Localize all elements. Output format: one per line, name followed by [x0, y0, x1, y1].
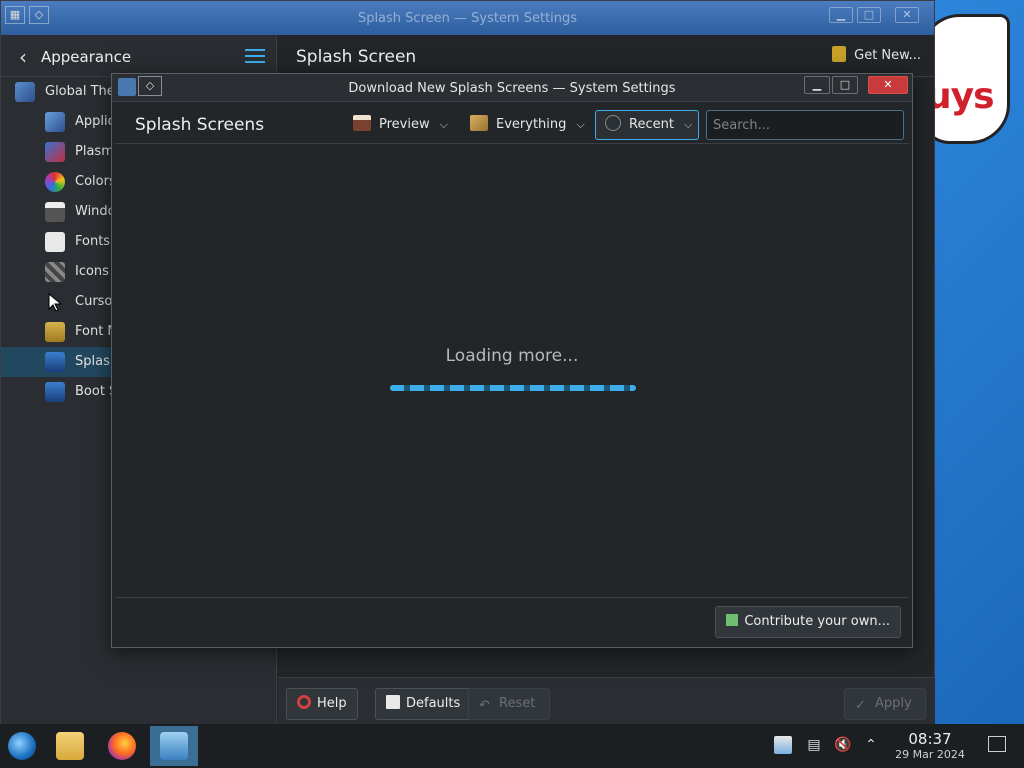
sidebar-item-label: Fonts: [75, 234, 111, 249]
cursors-icon: [45, 292, 65, 312]
checkmark-icon: ✓: [855, 698, 866, 713]
contribute-label: Contribute your own...: [744, 614, 890, 629]
sort-dropdown-content: Recent ⌵: [605, 112, 692, 138]
reset-icon: ↶: [479, 698, 490, 713]
start-menu-button[interactable]: [0, 726, 44, 766]
dialog-titlebar: ◇ Download New Splash Screens — System S…: [112, 74, 912, 102]
file-manager-icon: [56, 732, 84, 760]
clipboard-icon[interactable]: ▤: [805, 736, 823, 754]
clock-icon: [605, 115, 621, 131]
splash-screen-icon: [45, 352, 65, 372]
dialog-title: Download New Splash Screens — System Set…: [348, 81, 676, 96]
progress-fill: [390, 385, 636, 391]
view-mode-dropdown[interactable]: Preview ⌵: [353, 112, 448, 138]
help-lifebuoy-icon: [297, 695, 311, 709]
main-titlebar: ▦ ◇ Splash Screen — System Settings ▁ □ …: [1, 1, 934, 35]
main-window-title: Splash Screen — System Settings: [357, 11, 578, 26]
fonts-icon: [45, 232, 65, 252]
window-decorations-icon: [45, 202, 65, 222]
hamburger-menu-icon[interactable]: [245, 49, 265, 63]
search-input[interactable]: [706, 110, 904, 140]
close-button[interactable]: ✕: [895, 7, 919, 23]
contribute-button[interactable]: Contribute your own...: [715, 606, 901, 638]
system-settings-task[interactable]: [150, 726, 198, 766]
view-mode-label: Preview: [379, 117, 430, 132]
maximize-button[interactable]: □: [857, 7, 881, 23]
chevron-down-icon: ⌵: [576, 118, 585, 131]
minimize-button[interactable]: ▁: [804, 76, 830, 94]
get-new-button[interactable]: Get New...: [832, 46, 921, 63]
update-notifier-icon[interactable]: [774, 736, 792, 754]
back-arrow-icon[interactable]: ‹: [19, 45, 27, 69]
close-button[interactable]: ✕: [868, 76, 908, 94]
taskbar: ▤ 🔇 ⌃ 08:37 29 Mar 2024: [0, 724, 1024, 768]
defaults-button[interactable]: Defaults: [375, 688, 472, 720]
download-dialog: ◇ Download New Splash Screens — System S…: [111, 73, 913, 648]
defaults-label: Defaults: [406, 696, 461, 711]
firefox-button[interactable]: [100, 726, 144, 766]
help-label: Help: [317, 696, 347, 711]
boot-splash-icon: [45, 382, 65, 402]
filter-label: Everything: [496, 117, 567, 132]
clock[interactable]: 08:37 29 Mar 2024: [888, 730, 972, 761]
minimize-button[interactable]: ▁: [829, 7, 853, 23]
reset-label: Reset: [499, 696, 536, 711]
chevron-down-icon: ⌵: [439, 118, 448, 131]
content-header: Splash Screen Get New...: [278, 35, 935, 77]
dialog-toolbar: Splash Screens Preview ⌵ Everything ⌵ Rece…: [115, 104, 909, 144]
clock-date: 29 Mar 2024: [895, 748, 965, 761]
file-manager-button[interactable]: [48, 726, 92, 766]
chevron-down-icon: ⌵: [683, 118, 693, 131]
application-style-icon: [45, 112, 65, 132]
sort-label: Recent: [629, 117, 674, 132]
loading-text: Loading more...: [445, 346, 579, 366]
font-management-icon: [45, 322, 65, 342]
preview-icon: [353, 115, 371, 131]
sidebar-header: ‹ Appearance: [1, 35, 277, 77]
global-theme-icon: [15, 82, 35, 102]
maximize-button[interactable]: □: [832, 76, 858, 94]
wallpaper-text: uys: [926, 76, 995, 117]
start-menu-icon: [8, 732, 36, 760]
upload-icon: [726, 614, 739, 626]
sidebar-item-label: Windo: [75, 204, 116, 219]
plasma-style-icon: [45, 142, 65, 162]
reset-button[interactable]: ↶ Reset: [468, 688, 550, 720]
icons-icon: [45, 262, 65, 282]
system-settings-icon: [160, 732, 188, 760]
loading-progress-bar: [390, 385, 636, 391]
page-title: Splash Screen: [296, 47, 417, 67]
dialog-heading: Splash Screens: [135, 115, 265, 135]
apply-label: Apply: [875, 696, 912, 711]
download-icon: [832, 46, 847, 62]
sidebar-title: Appearance: [41, 48, 132, 66]
clock-time: 08:37: [908, 730, 952, 748]
sort-dropdown[interactable]: Recent ⌵: [595, 110, 699, 140]
desktop-wallpaper-art: uys: [920, 14, 1018, 154]
firefox-icon: [108, 732, 136, 760]
package-icon: [470, 115, 488, 131]
show-desktop-icon[interactable]: [988, 736, 1006, 752]
help-button[interactable]: Help: [286, 688, 358, 720]
dialog-footer: Contribute your own...: [115, 597, 909, 645]
volume-muted-icon[interactable]: 🔇: [834, 736, 852, 754]
document-icon: [386, 695, 400, 709]
apply-button[interactable]: ✓ Apply: [844, 688, 926, 720]
filter-dropdown[interactable]: Everything ⌵: [470, 112, 585, 138]
colors-icon: [45, 172, 65, 192]
sidebar-item-label: Icons: [75, 264, 109, 279]
chevron-up-icon[interactable]: ⌃: [862, 736, 880, 754]
sidebar-item-label: Colors: [75, 174, 116, 189]
get-new-label: Get New...: [854, 48, 921, 63]
bottom-button-bar: Help Defaults ↶ Reset ✓ Apply: [278, 677, 935, 725]
